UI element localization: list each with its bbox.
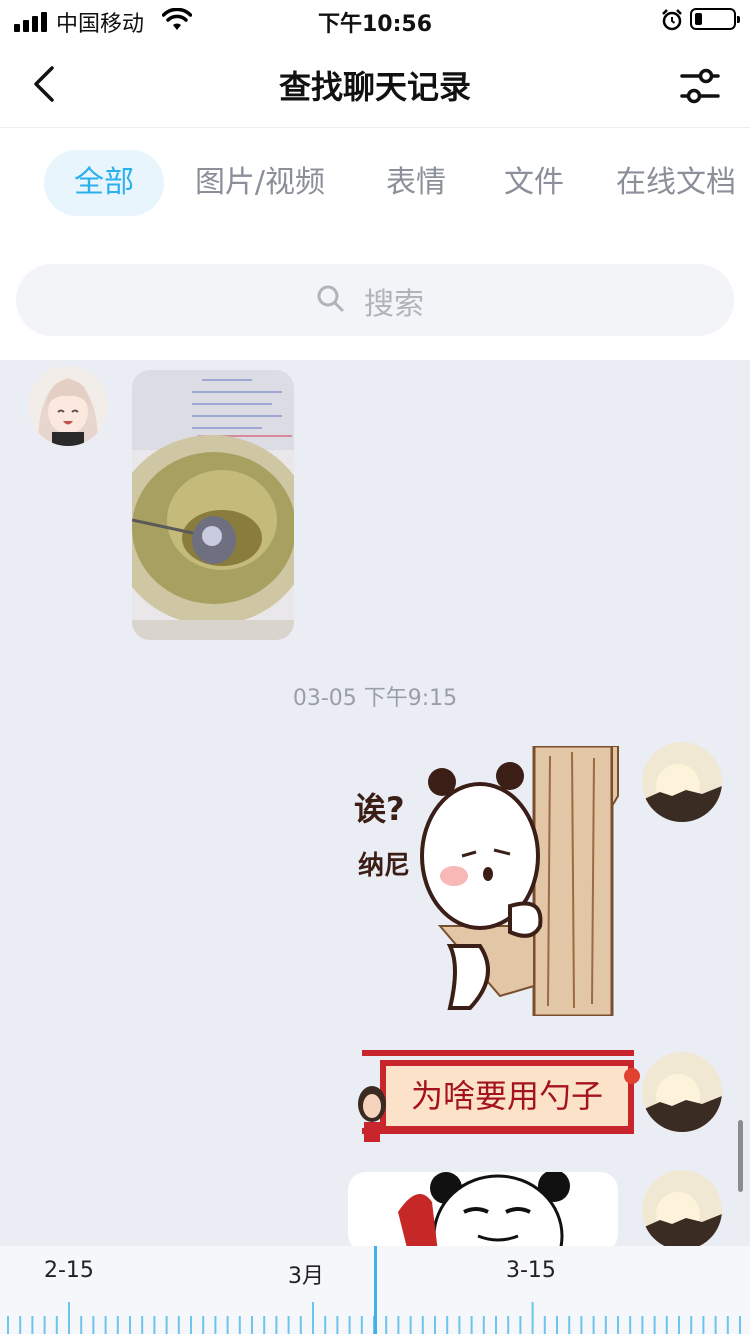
timeline-cursor[interactable] [374, 1246, 377, 1334]
my-avatar[interactable] [642, 1052, 722, 1132]
search-input[interactable]: 搜索 [16, 264, 734, 336]
tab-online-docs[interactable]: 在线文档 [616, 150, 750, 216]
sticker-text-nani: 纳尼 [358, 850, 410, 881]
scrollbar-thumb[interactable] [738, 1120, 743, 1192]
sticker-text-huh: 诶? [354, 790, 405, 828]
my-avatar[interactable] [642, 1170, 722, 1246]
chat-history: 03-05 下午9:15 诶? 纳尼 为啥要用勺子 [0, 360, 750, 1246]
search-icon [317, 285, 344, 312]
filter-settings-button[interactable] [676, 62, 724, 110]
tab-files[interactable]: 文件 [494, 150, 574, 216]
banner-text: 为啥要用勺子 [410, 1077, 603, 1115]
message-timestamp: 03-05 下午9:15 [292, 686, 458, 711]
category-tabs: 全部 图片/视频 表情 文件 在线文档 [0, 150, 750, 218]
my-avatar[interactable] [642, 742, 722, 822]
page-title: 查找聊天记录 [278, 68, 471, 106]
battery-icon [690, 8, 740, 30]
sliders-icon [680, 68, 720, 104]
nav-bar: 查找聊天记录 [0, 40, 750, 128]
banner-sticker[interactable]: 为啥要用勺子 [356, 1046, 644, 1146]
tab-all[interactable]: 全部 [44, 150, 164, 216]
panda-sticker[interactable]: 诶? 纳尼 [350, 746, 620, 1016]
meme-sticker[interactable] [348, 1172, 618, 1246]
alarm-icon [662, 9, 682, 31]
contact-avatar[interactable] [28, 366, 108, 446]
tab-images-videos[interactable]: 图片/视频 [186, 150, 334, 216]
tab-stickers[interactable]: 表情 [376, 150, 456, 216]
photo-message[interactable] [132, 370, 294, 640]
status-time: 下午10:56 [317, 12, 433, 37]
date-timeline[interactable]: 2-15 3月 3-15 [0, 1246, 750, 1334]
status-bar: 中国移动 下午10:56 [0, 0, 750, 40]
search-placeholder: 搜索 [364, 287, 424, 322]
